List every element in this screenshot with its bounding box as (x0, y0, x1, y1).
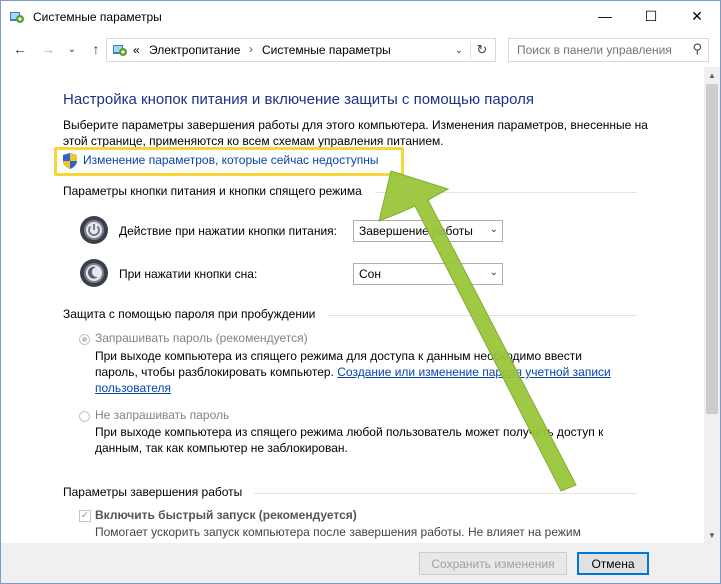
forward-button[interactable]: → (39, 40, 57, 58)
refresh-button[interactable]: ↻ (470, 41, 493, 59)
fast-startup-description: Помогает ускорить запуск компьютера посл… (95, 525, 581, 539)
refresh-icon: ↻ (476, 42, 488, 57)
breadcrumb-system-settings[interactable]: Системные параметры (262, 43, 391, 57)
sleep-button-action-select[interactable]: Сон ⌄ (353, 263, 503, 285)
fast-startup-label: Включить быстрый запуск (рекомендуется) (95, 508, 357, 522)
footer-bar: Сохранить изменения Отмена (1, 543, 720, 583)
breadcrumb-overflow[interactable]: « (133, 43, 140, 57)
change-unavailable-settings-link[interactable]: Изменение параметров, которые сейчас нед… (83, 153, 379, 167)
recent-locations-button[interactable]: ⌄ (63, 40, 81, 58)
scrollbar-thumb[interactable] (706, 84, 718, 414)
section-divider (375, 192, 637, 193)
scroll-up-icon[interactable]: ▲ (704, 67, 720, 83)
require-password-label: Запрашивать пароль (рекомендуется) (95, 331, 308, 345)
search-input[interactable] (515, 42, 679, 58)
page-description: Выберите параметры завершения работы для… (63, 118, 648, 148)
breadcrumb-power-options[interactable]: Электропитание (149, 43, 240, 57)
sleep-button-icon (80, 259, 108, 287)
maximize-icon: ☐ (644, 7, 658, 24)
address-dropdown-button[interactable]: ⌄ (451, 41, 467, 59)
section-divider (328, 315, 637, 316)
window-title: Системные параметры (33, 10, 162, 24)
cancel-button[interactable]: Отмена (577, 552, 649, 575)
no-password-radio[interactable] (79, 411, 90, 422)
chevron-down-icon: ⌄ (489, 267, 498, 278)
scroll-down-icon[interactable]: ▼ (704, 527, 720, 543)
content-area: Настройка кнопок питания и включение защ… (1, 67, 704, 543)
title-bar: Системные параметры — ☐ ✕ (1, 1, 720, 33)
power-button-icon (80, 216, 108, 244)
breadcrumb-separator: › (249, 42, 253, 56)
uac-shield-icon (63, 153, 77, 169)
up-arrow-icon: ↑ (92, 41, 100, 57)
power-button-action-select[interactable]: Завершение работы ⌄ (353, 220, 503, 242)
password-section-heading: Защита с помощью пароля при пробуждении (63, 307, 316, 321)
require-password-description: При выходе компьютера из спящего режима … (95, 348, 615, 396)
no-password-label: Не запрашивать пароль (95, 408, 230, 422)
maximize-button[interactable]: ☐ (628, 1, 674, 31)
no-password-description: При выходе компьютера из спящего режима … (95, 425, 604, 455)
chevron-down-icon: ⌄ (67, 43, 77, 55)
minimize-icon: — (598, 8, 612, 24)
require-password-radio[interactable] (79, 334, 90, 345)
fast-startup-checkbox[interactable]: ✓ (79, 510, 91, 522)
shutdown-section-heading: Параметры завершения работы (63, 485, 243, 499)
minimize-button[interactable]: — (582, 1, 628, 31)
save-changes-button[interactable]: Сохранить изменения (419, 552, 567, 575)
page-title: Настройка кнопок питания и включение защ… (63, 91, 534, 108)
section-divider (254, 493, 637, 494)
navigation-bar: ← → ⌄ ↑ « Электропитание › Системные пар… (1, 33, 720, 67)
back-button[interactable]: ← (11, 40, 29, 58)
search-box[interactable]: ⚲ (508, 38, 709, 62)
search-icon[interactable]: ⚲ (692, 41, 702, 57)
close-button[interactable]: ✕ (674, 1, 720, 31)
close-icon: ✕ (691, 7, 703, 24)
chevron-down-icon: ⌄ (454, 44, 464, 56)
back-arrow-icon: ← (13, 41, 27, 57)
power-button-action-value: Завершение работы (359, 224, 473, 238)
forward-arrow-icon: → (41, 41, 55, 57)
sleep-button-action-value: Сон (359, 267, 381, 281)
vertical-scrollbar[interactable]: ▲ ▼ (704, 67, 720, 543)
power-button-action-label: Действие при нажатии кнопки питания: (119, 224, 338, 238)
up-button[interactable]: ↑ (87, 40, 105, 58)
power-buttons-section-heading: Параметры кнопки питания и кнопки спящег… (63, 184, 362, 198)
address-bar[interactable]: « Электропитание › Системные параметры ⌄… (106, 38, 496, 62)
sleep-button-action-label: При нажатии кнопки сна: (119, 267, 258, 281)
control-panel-icon (113, 45, 127, 56)
control-panel-app-icon (10, 12, 24, 23)
chevron-down-icon: ⌄ (489, 224, 498, 235)
control-panel-window: Системные параметры — ☐ ✕ ← → ⌄ ↑ « Элек… (0, 0, 721, 584)
